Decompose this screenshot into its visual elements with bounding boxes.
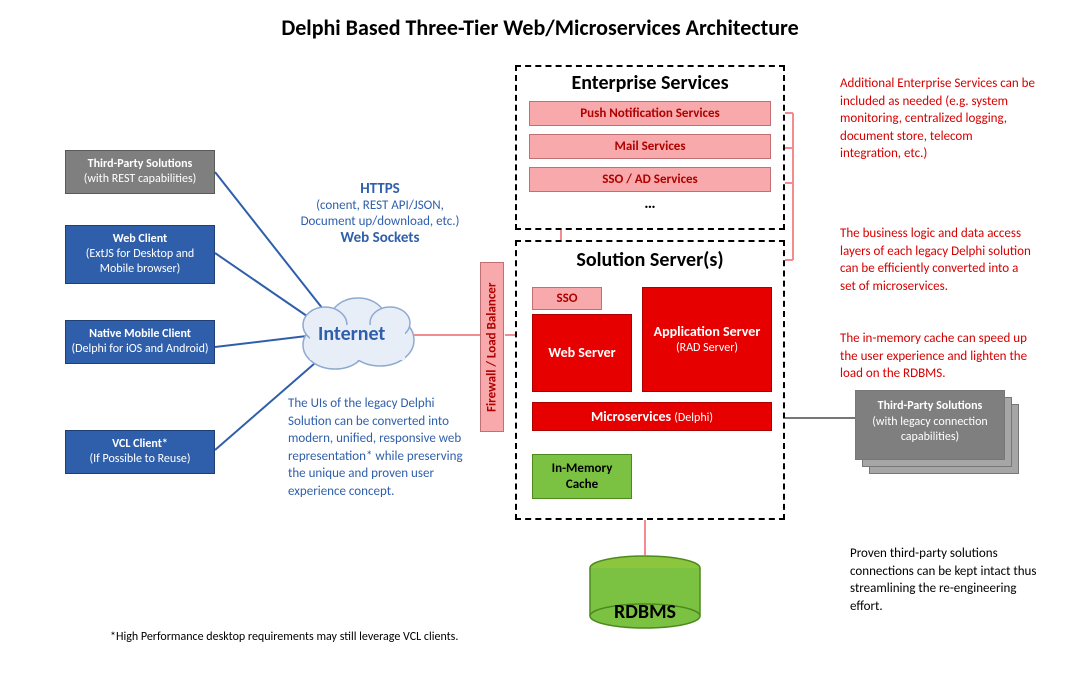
solution-server-box: Solution Server(s) SSO Web Server Applic… — [515, 240, 785, 520]
note-business-logic: The business logic and data access layer… — [840, 225, 1035, 295]
third-party-legacy-stack: Third-Party Solutions (with legacy conne… — [855, 390, 1020, 470]
microservices-stack: Microservices (Delphi) — [532, 402, 780, 440]
note-cache: The in-memory cache can speed up the use… — [840, 330, 1035, 383]
enterprise-title: Enterprise Services — [517, 71, 783, 95]
note-third-party: Proven third-party solutions connections… — [850, 545, 1040, 615]
svc-push: Push Notification Services — [529, 101, 771, 126]
client-third-party: Third-Party Solutions (with REST capabil… — [65, 150, 215, 194]
client-mobile: Native Mobile Client (Delphi for iOS and… — [65, 320, 215, 364]
svc-mail: Mail Services — [529, 134, 771, 159]
client-web: Web Client (ExtJS for Desktop and Mobile… — [65, 225, 215, 284]
sso-box: SSO — [532, 287, 602, 310]
note-enterprise-additional: Additional Enterprise Services can be in… — [840, 75, 1035, 163]
solution-title: Solution Server(s) — [517, 248, 783, 272]
footnote: *High Performance desktop requirements m… — [110, 630, 458, 644]
page-title: Delphi Based Three-Tier Web/Microservice… — [0, 14, 1080, 41]
enterprise-ellipsis: … — [517, 194, 783, 213]
web-server: Web Server — [532, 314, 632, 392]
enterprise-services-box: Enterprise Services Push Notification Se… — [515, 65, 785, 230]
application-server: Application Server (RAD Server) — [642, 287, 772, 392]
rdbms-label: RDBMS — [585, 600, 705, 624]
protocol-labels: HTTPS (conent, REST API/JSON, Document u… — [290, 180, 470, 247]
client-vcl: VCL Client* (If Possible to Reuse) — [65, 430, 215, 474]
firewall-load-balancer: Firewall / Load Balancer — [480, 262, 504, 432]
in-memory-cache: In-Memory Cache — [532, 454, 632, 499]
internet-label: Internet — [318, 322, 385, 346]
note-ui-legacy: The UIs of the legacy Delphi Solution ca… — [288, 395, 468, 500]
svc-sso-ad: SSO / AD Services — [529, 167, 771, 192]
